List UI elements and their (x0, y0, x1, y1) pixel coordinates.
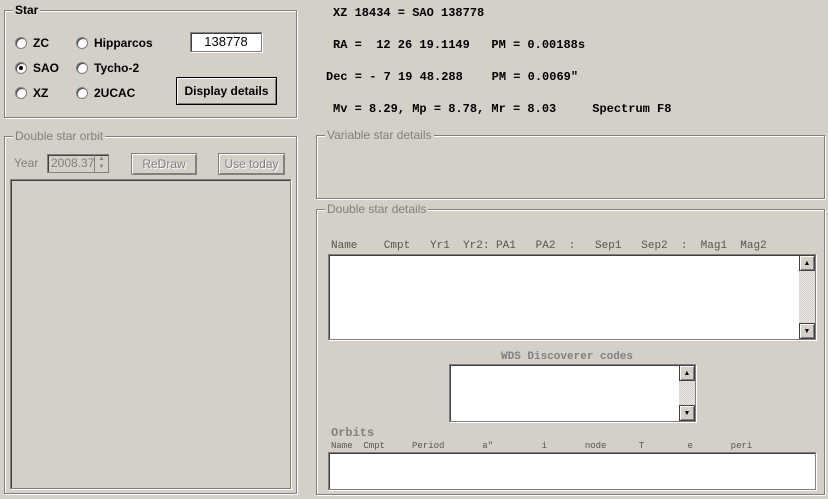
star-groupbox: Star ZC Hipparcos SAO Tycho-2 XZ 2UCAC 1… (4, 3, 297, 118)
radio-zc-label: ZC (33, 36, 49, 50)
variable-star-groupbox: Variable star details (316, 128, 825, 199)
orbits-label: Orbits (331, 426, 375, 440)
year-value: 2008.37 (51, 156, 95, 170)
radio-hipparcos-label: Hipparcos (94, 36, 153, 50)
use-today-button[interactable]: Use today (218, 153, 285, 175)
radio-sao-button[interactable] (15, 62, 27, 74)
spin-up-icon[interactable]: ▲ (94, 155, 108, 163)
display-details-button[interactable]: Display details (176, 77, 277, 105)
double-star-groupbox: Double star details Name Cmpt Yr1 Yr2: P… (316, 202, 825, 495)
variable-group-legend: Variable star details (325, 128, 434, 142)
scroll-down-icon[interactable]: ▼ (799, 323, 815, 339)
dec-pm-line: Dec = - 7 19 48.288 PM = 0.0069" (326, 70, 579, 84)
double-columns-header: Name Cmpt Yr1 Yr2: PA1 PA2 : Sep1 Sep2 :… (331, 240, 767, 252)
orbit-groupbox: Double star orbit Year 2008.37 ▲ ▼ ReDra… (4, 129, 297, 494)
double-list-scrollbar[interactable]: ▲ ▼ (799, 255, 815, 339)
radio-tycho2-label: Tycho-2 (94, 61, 140, 75)
radio-xz-label: XZ (33, 86, 49, 100)
radio-2ucac-label: 2UCAC (94, 86, 136, 100)
wds-scroll-down-icon[interactable]: ▼ (679, 405, 695, 421)
radio-tycho2-button[interactable] (76, 62, 88, 74)
orbit-plot-area (10, 179, 291, 489)
radio-xz[interactable]: XZ (15, 86, 48, 100)
radio-2ucac[interactable]: 2UCAC (76, 86, 135, 100)
radio-2ucac-button[interactable] (76, 87, 88, 99)
display-details-label: Display details (184, 84, 269, 98)
scroll-up-icon[interactable]: ▲ (799, 255, 815, 271)
radio-sao[interactable]: SAO (15, 61, 59, 75)
double-group-legend: Double star details (325, 202, 429, 216)
radio-tycho2[interactable]: Tycho-2 (76, 61, 139, 75)
radio-sao-label: SAO (33, 61, 60, 75)
wds-label: WDS Discoverer codes (501, 351, 634, 363)
redraw-label: ReDraw (142, 157, 186, 171)
year-spinner[interactable]: 2008.37 ▲ ▼ (47, 154, 109, 173)
redraw-button[interactable]: ReDraw (131, 153, 197, 175)
radio-zc[interactable]: ZC (15, 36, 49, 50)
spin-down-icon[interactable]: ▼ (94, 163, 108, 172)
wds-codes-list[interactable]: ▲ ▼ (449, 364, 696, 422)
star-designation-line: XZ 18434 = SAO 138778 (333, 6, 485, 20)
star-number-input[interactable]: 138778 (190, 32, 262, 52)
star-number-value: 138778 (204, 34, 248, 49)
magnitude-spectrum-line: Mv = 8.29, Mp = 8.78, Mr = 8.03 Spectrum… (333, 102, 672, 116)
radio-zc-button[interactable] (15, 37, 27, 49)
orbit-group-legend: Double star orbit (13, 129, 106, 143)
year-label: Year (14, 156, 39, 170)
radio-hipparcos-button[interactable] (76, 37, 88, 49)
wds-scroll-up-icon[interactable]: ▲ (679, 365, 695, 381)
wds-list-scrollbar[interactable]: ▲ ▼ (679, 365, 695, 421)
orbits-list[interactable] (328, 452, 816, 490)
radio-xz-button[interactable] (15, 87, 27, 99)
orbits-columns-header: Name Cmpt Period a" i node T e peri (331, 441, 753, 451)
star-group-legend: Star (13, 3, 41, 17)
radio-hipparcos[interactable]: Hipparcos (76, 36, 153, 50)
double-star-list[interactable]: ▲ ▼ (328, 254, 816, 340)
ra-pm-line: RA = 12 26 19.1149 PM = 0.00188s (333, 38, 586, 52)
use-today-label: Use today (224, 157, 279, 171)
